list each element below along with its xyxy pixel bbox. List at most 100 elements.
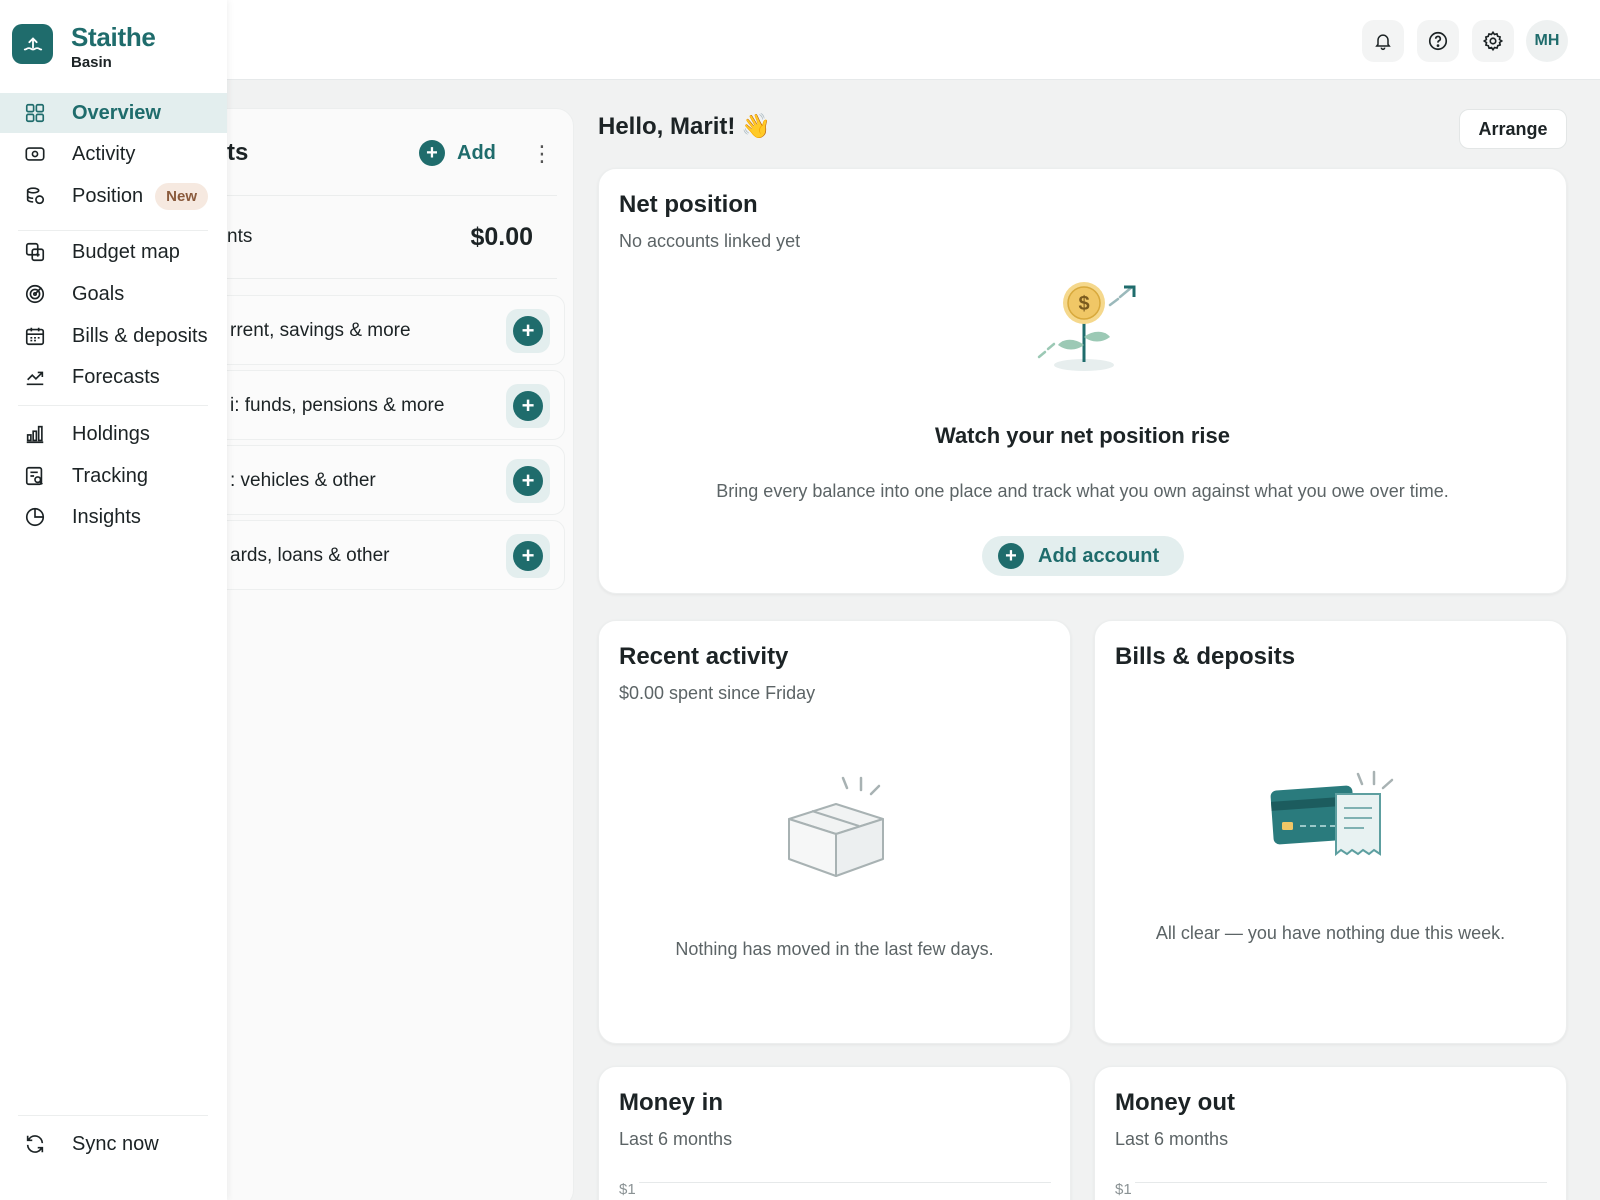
empty-state-text: All clear — you have nothing due this we… <box>1155 923 1506 943</box>
net-position-card: Net position No accounts linked yet $ Wa… <box>598 168 1567 594</box>
account-group-row[interactable]: rrent, savings & more + <box>215 295 565 365</box>
target-icon <box>25 284 45 304</box>
sidebar-item-budget-map[interactable]: Budget map <box>0 232 227 272</box>
card-subtitle: No accounts linked yet <box>619 231 801 251</box>
empty-state-description: Bring every balance into one place and t… <box>716 481 1449 501</box>
add-account-link[interactable]: + Add <box>419 140 496 166</box>
account-group-label: ards, loans & other <box>230 545 390 566</box>
plus-icon: + <box>513 466 543 496</box>
card-title: Money out <box>1115 1089 1235 1116</box>
sidebar-item-label: Activity <box>72 142 136 165</box>
sidebar: Staithe Basin Overview Activity Position… <box>0 0 227 1200</box>
coins-icon <box>26 187 45 205</box>
account-group-row[interactable]: і: funds, pensions & more + <box>215 370 565 440</box>
money-plant-illustration: $ <box>1037 282 1136 371</box>
notifications-button[interactable] <box>1362 20 1404 62</box>
sidebar-item-tracking[interactable]: Tracking <box>0 456 227 496</box>
money-out-card: Money out Last 6 months $1 <box>1094 1066 1567 1200</box>
add-account-group-button[interactable]: + <box>506 459 550 503</box>
sidebar-item-label: Insights <box>72 505 141 528</box>
sidebar-item-label: Tracking <box>72 464 148 487</box>
plus-icon: + <box>513 391 543 421</box>
sidebar-item-label: Budget map <box>72 240 180 263</box>
sidebar-item-label: Holdings <box>72 422 150 445</box>
sidebar-item-insights[interactable]: Insights <box>0 497 227 537</box>
chart-gridline <box>1135 1182 1547 1183</box>
card-title: Money in <box>619 1089 724 1116</box>
svg-text:$: $ <box>1078 293 1089 315</box>
sidebar-item-position[interactable]: Position New <box>0 176 227 216</box>
gear-icon <box>1482 30 1504 52</box>
sidebar-divider <box>18 230 208 231</box>
accounts-title: ts <box>227 139 249 166</box>
add-account-group-button[interactable]: + <box>506 534 550 578</box>
brand[interactable]: Staithe Basin <box>12 24 156 71</box>
wave-emoji: 👋 <box>741 113 772 140</box>
sidebar-item-label: Sync now <box>72 1132 159 1155</box>
plus-icon: + <box>513 316 543 346</box>
brand-name: Staithe <box>71 22 156 52</box>
help-button[interactable] <box>1417 20 1459 62</box>
chart-gridline <box>639 1182 1051 1183</box>
bell-icon <box>1375 34 1391 51</box>
sidebar-item-label: Bills & deposits <box>72 324 208 347</box>
recent-activity-card: Recent activity $0.00 spent since Friday… <box>598 620 1071 1044</box>
logo-icon <box>12 24 53 64</box>
add-label: Add <box>457 141 496 164</box>
settings-button[interactable] <box>1472 20 1514 62</box>
empty-state-text: Nothing has moved in the last few days. <box>675 939 994 959</box>
sidebar-divider <box>18 405 208 406</box>
calendar-icon <box>25 327 45 346</box>
sync-now-button[interactable]: Sync now <box>0 1124 227 1164</box>
top-bar: MH <box>0 0 1600 80</box>
sidebar-item-activity[interactable]: Activity <box>0 134 227 174</box>
account-group-label: : vehicles & other <box>230 470 376 491</box>
user-avatar[interactable]: MH <box>1526 20 1568 62</box>
sidebar-item-label: Overview <box>72 101 161 124</box>
account-group-row[interactable]: : vehicles & other + <box>215 445 565 515</box>
card-subtitle: $0.00 spent since Friday <box>619 683 816 703</box>
bills-deposits-card: Bills & deposits All clear — you have no… <box>1094 620 1567 1044</box>
card-title: Net position <box>619 191 758 218</box>
add-account-button[interactable]: + Add account <box>982 536 1184 576</box>
sidebar-divider <box>18 1115 208 1116</box>
greeting: Hello, Marit! 👋 <box>598 112 771 141</box>
money-in-card: Money in Last 6 months $1 <box>598 1066 1071 1200</box>
axis-tick-label: $1 <box>1115 1181 1132 1198</box>
add-account-group-button[interactable]: + <box>506 309 550 353</box>
sidebar-item-goals[interactable]: Goals <box>0 274 227 314</box>
plus-icon: + <box>998 543 1024 569</box>
account-group-label: і: funds, pensions & more <box>230 395 445 416</box>
card-receipt-illustration <box>1270 770 1394 857</box>
brand-subtitle: Basin <box>71 54 112 71</box>
card-title: Bills & deposits <box>1115 643 1296 670</box>
accounts-panel: ts + Add ⋮ nts $0.00 rrent, savings & mo… <box>200 108 574 1200</box>
sidebar-item-overview[interactable]: Overview <box>0 93 227 133</box>
plus-icon: + <box>513 541 543 571</box>
arrange-button[interactable]: Arrange <box>1459 109 1567 149</box>
new-badge: New <box>155 182 208 210</box>
account-group-label: rrent, savings & more <box>230 320 411 341</box>
sidebar-item-label: Position <box>72 184 144 207</box>
sidebar-item-label: Goals <box>72 282 125 305</box>
sidebar-item-label: Forecasts <box>72 365 160 388</box>
more-options-icon[interactable]: ⋮ <box>531 143 553 165</box>
empty-box-illustration <box>788 776 884 877</box>
greeting-text: Hello, Marit! <box>598 112 736 140</box>
accounts-total-label: nts <box>227 226 253 247</box>
sidebar-item-bills[interactable]: Bills & deposits <box>0 316 227 356</box>
account-group-row[interactable]: ards, loans & other + <box>215 520 565 590</box>
trend-up-icon <box>26 371 44 386</box>
card-subtitle: Last 6 months <box>619 1129 733 1149</box>
card-subtitle: Last 6 months <box>1115 1129 1229 1149</box>
sidebar-item-forecasts[interactable]: Forecasts <box>0 357 227 397</box>
budget-map-icon <box>25 242 45 262</box>
accounts-total: nts $0.00 <box>201 195 557 279</box>
add-account-label: Add account <box>1038 544 1160 567</box>
sidebar-item-holdings[interactable]: Holdings <box>0 414 227 454</box>
grid-icon <box>25 103 45 123</box>
add-account-group-button[interactable]: + <box>506 384 550 428</box>
plus-icon: + <box>419 140 445 166</box>
card-title: Recent activity <box>619 643 789 670</box>
sync-icon <box>26 1135 44 1153</box>
